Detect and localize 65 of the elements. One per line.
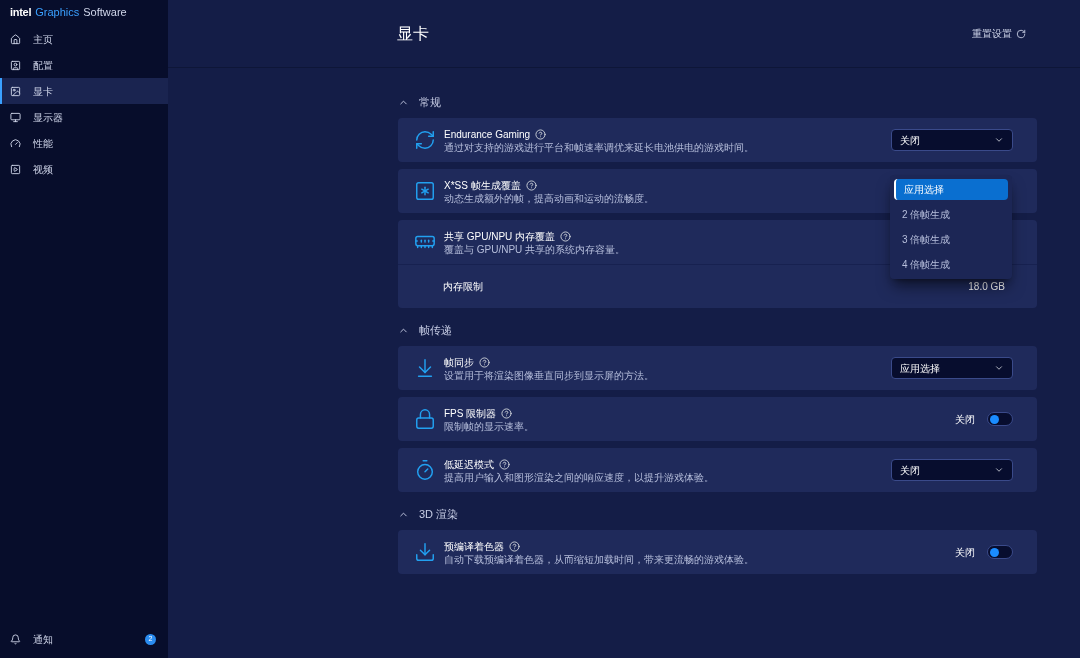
home-icon <box>10 33 21 45</box>
monitor-icon <box>10 111 21 123</box>
sidebar-item[interactable]: 显卡 <box>0 78 168 104</box>
help-icon[interactable] <box>535 128 547 140</box>
menu-option[interactable]: 应用选择 <box>894 179 1008 200</box>
profile-card-icon <box>10 59 21 71</box>
toggle-switch[interactable] <box>987 545 1013 559</box>
setting-description: 设置用于将渲染图像垂直同步到显示屏的方法。 <box>444 369 654 382</box>
help-icon[interactable] <box>479 356 490 368</box>
sidebar-item[interactable]: 性能 <box>0 130 168 156</box>
setting-title: 帧同步 <box>444 355 474 370</box>
reset-button[interactable]: 重置设置 <box>972 26 1026 41</box>
bell-icon <box>10 633 21 645</box>
chevron-down-icon <box>994 363 1004 373</box>
image-icon <box>10 85 21 97</box>
help-icon[interactable] <box>525 179 537 191</box>
sidebar-item[interactable]: 显示器 <box>0 104 168 130</box>
setting-description: 提高用户输入和图形渲染之间的响应速度，以提升游戏体验。 <box>444 471 714 484</box>
setting-description: 限制帧的显示速率。 <box>444 420 534 433</box>
toggle-label: 关闭 <box>955 412 975 427</box>
app-name-suffix: Software <box>83 4 127 20</box>
setting-title: FPS 限制器 <box>444 406 497 421</box>
toggle-label: 关闭 <box>955 545 975 560</box>
help-icon[interactable] <box>499 458 510 470</box>
chevron-down-icon <box>994 135 1004 145</box>
refresh-icon <box>414 129 436 151</box>
sidebar-item[interactable]: 视频 <box>0 156 168 182</box>
dropdown[interactable]: 关闭 <box>891 129 1013 151</box>
setting-title: 共享 GPU/NPU 内存覆盖 <box>444 229 556 244</box>
reset-icon <box>1016 28 1026 39</box>
dropdown[interactable]: 关闭 <box>891 459 1013 481</box>
padlock-icon <box>414 408 436 430</box>
sidebar-item[interactable]: 主页 <box>0 26 168 52</box>
dropdown[interactable]: 应用选择 <box>891 357 1013 379</box>
play-square-icon <box>10 163 21 175</box>
setting-description: 覆盖与 GPU/NPU 共享的系统内存容量。 <box>444 243 626 256</box>
notifications-link[interactable]: 通知 <box>33 631 53 647</box>
section-header[interactable]: 帧传递 <box>398 318 1037 342</box>
setting-description: 通过对支持的游戏进行平台和帧速率调优来延长电池供电的游戏时间。 <box>444 141 754 154</box>
stopwatch-icon <box>414 459 436 481</box>
setting-description: 自动下载预编译着色器，从而缩短加载时间，带来更流畅的游戏体验。 <box>444 553 754 566</box>
chevron-down-icon <box>994 465 1004 475</box>
setting-title: 低延迟模式 <box>444 457 494 472</box>
toggle-switch[interactable] <box>987 412 1013 426</box>
setting-label: 内存限制 <box>443 280 483 294</box>
gauge-icon <box>10 137 21 149</box>
setting-title: 预编译着色器 <box>444 539 504 554</box>
sidebar-item[interactable]: 配置 <box>0 52 168 78</box>
section-header[interactable]: 常规 <box>398 90 1037 114</box>
section-header[interactable]: 3D 渲染 <box>398 502 1037 526</box>
setting-title: Endurance Gaming <box>444 127 531 142</box>
setting-description: 动态生成额外的帧，提高动画和运动的流畅度。 <box>444 192 654 205</box>
asterisk-square-icon <box>414 180 436 202</box>
setting-title: X*SS 帧生成覆盖 <box>444 178 521 193</box>
setting-value: 18.0 GB <box>968 280 1005 294</box>
download-icon <box>414 541 436 563</box>
menu-option[interactable]: 3 倍帧生成 <box>894 229 1008 250</box>
menu-option[interactable]: 2 倍帧生成 <box>894 204 1008 225</box>
page-title: 显卡 <box>397 23 429 44</box>
help-icon[interactable] <box>560 230 572 242</box>
help-icon[interactable] <box>501 407 513 419</box>
help-icon[interactable] <box>509 540 520 552</box>
app-name: Graphics <box>35 4 80 20</box>
menu-option[interactable]: 4 倍帧生成 <box>894 254 1008 275</box>
brand-logo: intel <box>10 4 32 20</box>
